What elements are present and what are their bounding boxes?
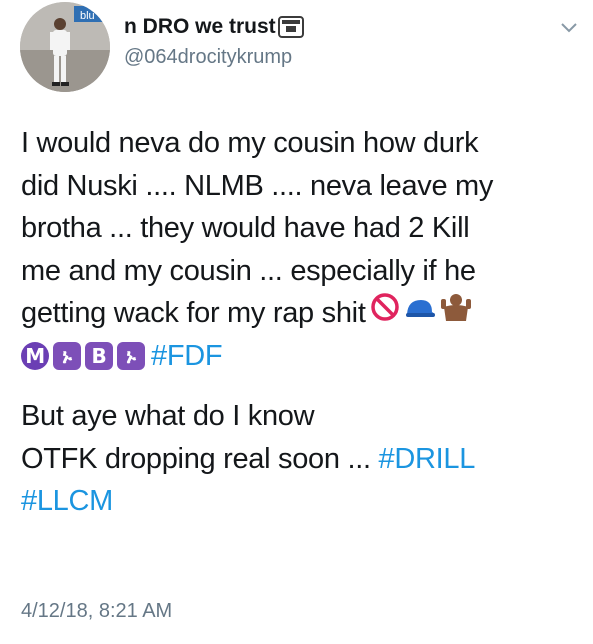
tweet-line: me and my cousin ... especially if he (21, 254, 476, 287)
tweet-line-hashtag: #LLCM (21, 480, 581, 523)
user-handle[interactable]: @064drocitykrump (124, 46, 292, 69)
tweet-line: I would neva do my cousin how durk (21, 127, 479, 159)
no-entry-icon (370, 292, 400, 335)
tweet-line-with-hashtag: OTFK dropping real soon ... #DRILL (21, 438, 581, 481)
tweet-line: But aye what do I know (21, 400, 315, 432)
tweet-line: brotha ... they would have had 2 Kill (21, 212, 470, 244)
hashtag-link[interactable]: #DRILL (379, 443, 476, 475)
shrug-icon (440, 291, 472, 336)
tweet-text: I would neva do my cousin how durk did N… (21, 122, 581, 523)
cap-icon (404, 292, 436, 335)
symbol-badge-icon: ኑ (53, 341, 81, 370)
avatar-sign-text: blu (80, 10, 95, 22)
window-icon (277, 16, 304, 38)
avatar[interactable]: blu (20, 2, 110, 92)
symbol-badge-icon: ኑ (117, 341, 145, 370)
chevron-down-icon[interactable] (560, 22, 578, 34)
tweet-line: did Nuski .... NLMB .... neva leave my (21, 169, 494, 202)
display-name[interactable]: n DRO we trust (124, 14, 304, 40)
tweet-line-badges: M ኑ B ኑ #FDF (21, 335, 581, 378)
b-badge-icon: B (85, 341, 113, 370)
timestamp[interactable]: 4/12/18, 8:21 AM (21, 600, 172, 623)
tweet-line: getting wack for my rap shit (21, 297, 366, 329)
tweet-line: OTFK dropping real soon ... (21, 442, 379, 475)
hashtag-link[interactable]: #LLCM (21, 485, 113, 517)
m-badge-icon: M (21, 341, 49, 370)
tweet-line-with-emoji: getting wack for my rap shit (21, 292, 581, 335)
avatar-image: blu (20, 2, 110, 92)
display-name-text: n DRO we trust (124, 15, 276, 38)
tweet-card: blu n DRO we trust @064drocitykrump I wo… (0, 0, 593, 644)
hashtag-link[interactable]: #FDF (151, 335, 223, 378)
